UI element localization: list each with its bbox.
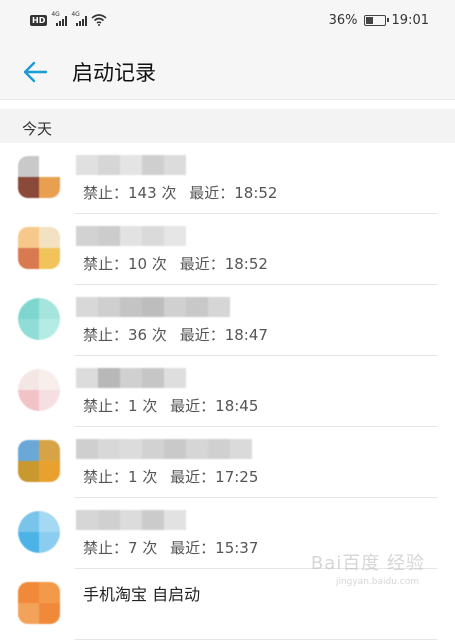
blocked-count: 7 [128, 539, 138, 557]
section-header: 今天 [0, 109, 455, 143]
count-unit: 次 [142, 539, 157, 557]
list-item[interactable]: 禁止：143 次 最近：18:52 [0, 143, 455, 214]
blocked-count: 1 [128, 468, 138, 486]
signal-icon: 4G [51, 14, 67, 26]
count-unit: 次 [152, 255, 167, 273]
app-name-redacted [76, 510, 186, 530]
battery-percent: 36% [329, 13, 358, 28]
hd-badge: HD [30, 15, 47, 26]
launch-stats: 禁止：10 次 最近：18:52 [83, 253, 268, 274]
recent-label: 最近： [189, 184, 234, 202]
recent-label: 最近： [180, 255, 225, 273]
blocked-count: 1 [128, 397, 138, 415]
recent-label: 最近： [170, 397, 215, 415]
app-name: 手机淘宝 自启动 [83, 581, 200, 605]
app-bar: 启动记录 [0, 44, 455, 100]
list-item[interactable]: 禁止：1 次 最近：18:45 [0, 356, 455, 427]
list-item[interactable]: 禁止：36 次 最近：18:47 [0, 285, 455, 356]
launch-stats: 禁止：7 次 最近：15:37 [83, 537, 258, 558]
app-name-redacted [76, 439, 252, 459]
recent-time: 15:37 [215, 539, 258, 557]
recent-label: 最近： [170, 468, 215, 486]
app-name-redacted [76, 155, 186, 175]
recent-time: 18:45 [215, 397, 258, 415]
recent-time: 18:52 [225, 255, 268, 273]
count-unit: 次 [142, 397, 157, 415]
battery-icon [364, 15, 386, 26]
blocked-label: 禁止： [83, 397, 128, 415]
watermark-sub: jingyan.baidu.com [336, 577, 419, 587]
blocked-count: 36 [128, 326, 147, 344]
recent-label: 最近： [180, 326, 225, 344]
status-icons-left: HD 4G 4G [30, 14, 107, 26]
blocked-label: 禁止： [83, 184, 128, 202]
app-icon [18, 156, 60, 198]
app-name-redacted [76, 297, 230, 317]
app-name-redacted [76, 226, 186, 246]
blocked-count: 10 [128, 255, 147, 273]
blocked-label: 禁止： [83, 539, 128, 557]
status-bar: HD 4G 4G 36% 19:01 [0, 0, 455, 44]
count-unit: 次 [161, 184, 176, 202]
recent-label: 最近： [170, 539, 215, 557]
launch-stats: 禁止：36 次 最近：18:47 [83, 324, 268, 345]
app-icon [18, 582, 60, 624]
list-item[interactable]: 禁止：10 次 最近：18:52 [0, 214, 455, 285]
clock: 19:01 [392, 13, 429, 28]
count-unit: 次 [152, 326, 167, 344]
recent-time: 18:52 [234, 184, 277, 202]
app-icon [18, 298, 60, 340]
blocked-label: 禁止： [83, 326, 128, 344]
app-icon [18, 511, 60, 553]
launch-stats: 禁止：1 次 最近：17:25 [83, 466, 258, 487]
launch-stats: 禁止：1 次 最近：18:45 [83, 395, 258, 416]
list-item[interactable]: 禁止：1 次 最近：17:25 [0, 427, 455, 498]
section-label: 今天 [22, 118, 52, 139]
launch-stats: 禁止：143 次 最近：18:52 [83, 182, 277, 203]
app-icon [18, 227, 60, 269]
blocked-count: 143 [128, 184, 157, 202]
app-name-redacted [76, 368, 186, 388]
blocked-label: 禁止： [83, 468, 128, 486]
blocked-label: 禁止： [83, 255, 128, 273]
back-arrow-icon [20, 58, 50, 86]
count-unit: 次 [142, 468, 157, 486]
back-button[interactable] [20, 58, 50, 86]
recent-time: 18:47 [225, 326, 268, 344]
page-title: 启动记录 [72, 57, 156, 87]
app-icon [18, 369, 60, 411]
wifi-icon [91, 14, 107, 26]
signal-icon: 4G [71, 14, 87, 26]
status-icons-right: 36% 19:01 [329, 13, 429, 28]
app-icon [18, 440, 60, 482]
recent-time: 17:25 [215, 468, 258, 486]
watermark: Bai百度 经验 [311, 549, 425, 575]
